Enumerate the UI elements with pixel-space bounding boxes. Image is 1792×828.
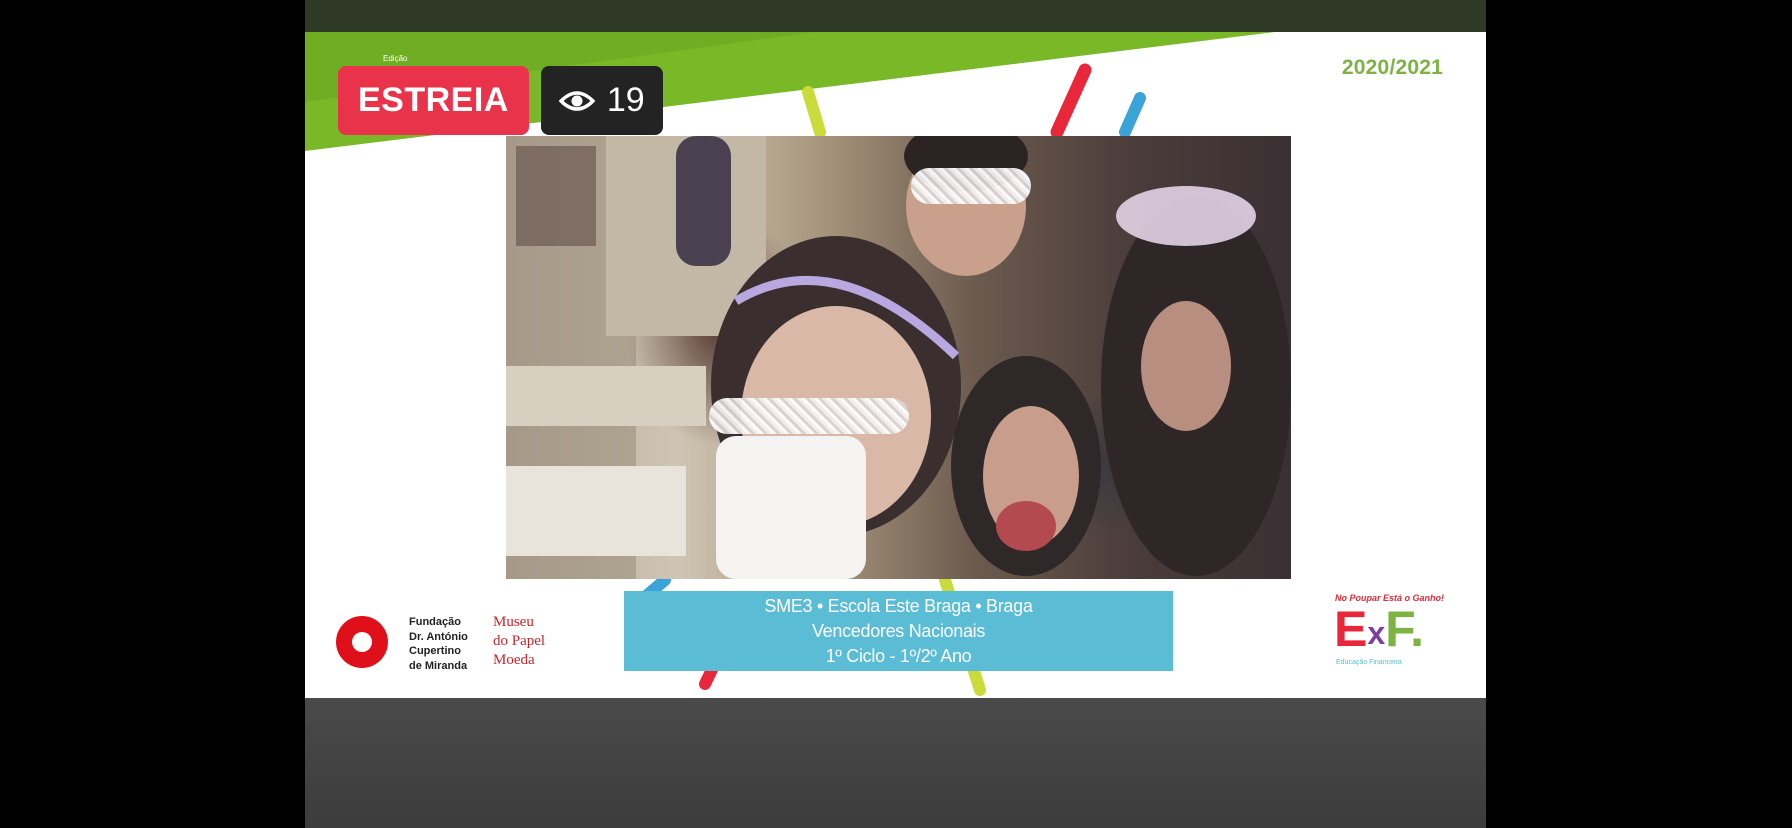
- exf-logo: ExF.: [1334, 601, 1425, 657]
- caption-line-3: 1º Ciclo - 1º/2º Ano: [825, 646, 972, 666]
- classroom-scene: [506, 136, 1291, 579]
- face-blur-1: [911, 168, 1031, 204]
- caption-line-1: SME3 • Escola Este Braga • Braga: [764, 596, 1033, 616]
- winner-caption: SME3 • Escola Este Braga • Braga Vencedo…: [624, 591, 1173, 671]
- classroom-video-frame: [506, 136, 1291, 579]
- museum-name: Museu do Papel Moeda: [493, 614, 546, 668]
- edition-label: Edição: [383, 54, 408, 63]
- foundation-name: Fundação Dr. António Cupertino de Mirand…: [409, 616, 468, 672]
- stream-badges: ESTREIA 19: [338, 66, 663, 135]
- viewer-count-badge: 19: [540, 66, 663, 135]
- eye-icon: [558, 90, 595, 111]
- caption-line-2: Vencedores Nacionais: [811, 621, 986, 641]
- face-blur-2: [709, 398, 909, 434]
- exf-subtitle: Educação Financeira: [1336, 659, 1402, 666]
- video-bottom-area: [305, 698, 1486, 828]
- premiere-badge: ESTREIA: [338, 66, 529, 135]
- foundation-logo: [336, 616, 388, 668]
- school-year: 2020/2021: [1341, 56, 1443, 79]
- video-top-strip: [305, 0, 1486, 32]
- viewer-count: 19: [606, 81, 645, 119]
